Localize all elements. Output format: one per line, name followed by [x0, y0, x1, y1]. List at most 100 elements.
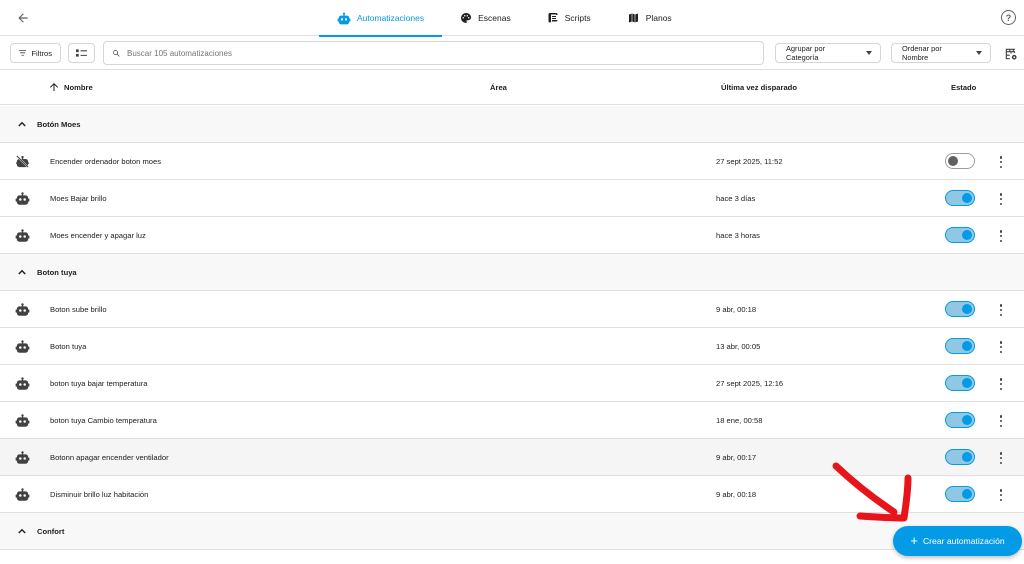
- dots-vertical-icon: [999, 193, 1003, 196]
- dots-vertical-icon: [999, 304, 1003, 307]
- automation-name: Boton tuya: [50, 342, 87, 351]
- enabled-toggle[interactable]: [945, 153, 975, 169]
- enabled-toggle[interactable]: [945, 449, 975, 465]
- last-triggered: hace 3 días: [716, 194, 756, 203]
- automation-name: boton tuya Cambio temperatura: [50, 416, 157, 425]
- overflow-menu-button[interactable]: [998, 341, 1004, 353]
- sort-by-dropdown[interactable]: Ordenar por Nombre: [891, 43, 991, 63]
- overflow-menu-button[interactable]: [998, 378, 1004, 390]
- tab-escenas[interactable]: Escenas: [442, 0, 529, 36]
- filters-button[interactable]: Filtros: [10, 43, 61, 63]
- group-header[interactable]: Botón Moes: [0, 106, 1024, 143]
- robot-icon: [15, 192, 30, 205]
- column-header-name[interactable]: Nombre: [64, 83, 93, 92]
- last-triggered: 13 abr, 00:05: [716, 342, 761, 351]
- enabled-toggle[interactable]: [945, 190, 975, 206]
- automation-name: Moes Bajar brillo: [50, 194, 107, 203]
- tab-planos[interactable]: Planos: [609, 0, 690, 36]
- chevron-up-icon: [18, 528, 26, 534]
- toggle-knob: [962, 489, 972, 499]
- table-row[interactable]: Disminuir brillo luz habitación 9 abr, 0…: [0, 476, 1024, 513]
- search-field[interactable]: [103, 41, 764, 65]
- table-row[interactable]: Moes encender y apagar luz hace 3 horas: [0, 217, 1024, 254]
- tab-automatizaciones[interactable]: Automatizaciones: [319, 0, 443, 37]
- overflow-menu-button[interactable]: [998, 452, 1004, 464]
- chevron-up-icon: [18, 269, 26, 275]
- robot-off-icon: [16, 155, 29, 168]
- caret-down-icon: [976, 51, 982, 55]
- back-button[interactable]: [12, 7, 34, 29]
- create-automation-label: Crear automatización: [922, 536, 1005, 546]
- table-row[interactable]: Encender ordenador boton moes 27 sept 20…: [0, 143, 1024, 180]
- robot-icon: [15, 377, 30, 390]
- column-header-last-triggered[interactable]: Última vez disparado: [721, 83, 797, 92]
- table-cog-icon: [1005, 48, 1017, 60]
- automation-table-body: Botón Moes Encender ordenador boton moes…: [0, 106, 1024, 550]
- automation-name: Moes encender y apagar luz: [50, 231, 146, 240]
- script-icon: [548, 13, 558, 23]
- group-label: Confort: [37, 527, 65, 536]
- group-by-dropdown[interactable]: Agrupar por Categoría: [775, 43, 881, 63]
- chevron-up-icon: [18, 121, 26, 127]
- column-header-area[interactable]: Área: [490, 83, 507, 92]
- dots-vertical-icon: [999, 156, 1003, 159]
- filter-toolbar: Filtros Agrupar por Categoría Ordenar po…: [0, 37, 1024, 70]
- last-triggered: 18 ene, 00:58: [716, 416, 763, 425]
- table-row[interactable]: Botonn apagar encender ventilador 9 abr,…: [0, 439, 1024, 476]
- last-triggered: hace 3 horas: [716, 231, 760, 240]
- dots-vertical-icon: [999, 341, 1003, 344]
- caret-down-icon: [866, 51, 872, 55]
- tab-label: Automatizaciones: [357, 13, 425, 23]
- group-header[interactable]: Boton tuya: [0, 254, 1024, 291]
- enabled-toggle[interactable]: [945, 375, 975, 391]
- overflow-menu-button[interactable]: [998, 156, 1004, 168]
- tab-label: Escenas: [478, 13, 511, 23]
- enabled-toggle[interactable]: [945, 338, 975, 354]
- table-header: Nombre Área Última vez disparado Estado: [0, 71, 1024, 105]
- table-row[interactable]: Moes Bajar brillo hace 3 días: [0, 180, 1024, 217]
- dots-vertical-icon: [999, 489, 1003, 492]
- automation-name: Botonn apagar encender ventilador: [50, 453, 169, 462]
- automation-name: Disminuir brillo luz habitación: [50, 490, 149, 499]
- help-button[interactable]: ?: [1001, 10, 1016, 25]
- overflow-menu-button[interactable]: [998, 193, 1004, 205]
- automation-name: Encender ordenador boton moes: [50, 157, 162, 166]
- robot-icon: [15, 451, 30, 464]
- column-header-state[interactable]: Estado: [951, 83, 976, 92]
- toggle-knob: [962, 304, 972, 314]
- last-triggered: 9 abr, 00:17: [716, 453, 757, 462]
- search-input[interactable]: [127, 48, 727, 58]
- table-row[interactable]: Boton tuya 13 abr, 00:05: [0, 328, 1024, 365]
- selection-mode-button[interactable]: [68, 43, 95, 63]
- enabled-toggle[interactable]: [945, 412, 975, 428]
- table-row[interactable]: boton tuya bajar temperatura 27 sept 202…: [0, 365, 1024, 402]
- last-triggered: 27 sept 2025, 11:52: [716, 157, 783, 166]
- enabled-toggle[interactable]: [945, 227, 975, 243]
- filters-label: Filtros: [31, 48, 52, 58]
- overflow-menu-button[interactable]: [998, 489, 1004, 501]
- overflow-menu-button[interactable]: [998, 415, 1004, 427]
- table-row[interactable]: Boton sube brillo 9 abr, 00:18: [0, 291, 1024, 328]
- checklist-icon: [76, 49, 87, 57]
- tab-scripts[interactable]: Scripts: [529, 0, 609, 36]
- robot-icon: [15, 303, 30, 316]
- dots-vertical-icon: [999, 415, 1003, 418]
- toggle-knob: [962, 341, 972, 351]
- dots-vertical-icon: [999, 452, 1003, 455]
- overflow-menu-button[interactable]: [998, 230, 1004, 242]
- enabled-toggle[interactable]: [945, 486, 975, 502]
- robot-icon: [15, 340, 30, 353]
- group-header[interactable]: Confort: [0, 513, 1024, 550]
- table-settings-button[interactable]: [1004, 47, 1018, 61]
- tab-label: Planos: [645, 13, 672, 23]
- help-icon: ?: [1005, 12, 1012, 23]
- last-triggered: 9 abr, 00:18: [716, 490, 757, 499]
- overflow-menu-button[interactable]: [998, 304, 1004, 316]
- tab-label: Scripts: [564, 13, 591, 23]
- arrow-left-icon: [18, 13, 28, 23]
- create-automation-button[interactable]: + Crear automatización: [893, 526, 1022, 556]
- table-row[interactable]: boton tuya Cambio temperatura 18 ene, 00…: [0, 402, 1024, 439]
- enabled-toggle[interactable]: [945, 301, 975, 317]
- arrow-up-icon[interactable]: [48, 81, 60, 93]
- plus-icon: +: [910, 533, 918, 548]
